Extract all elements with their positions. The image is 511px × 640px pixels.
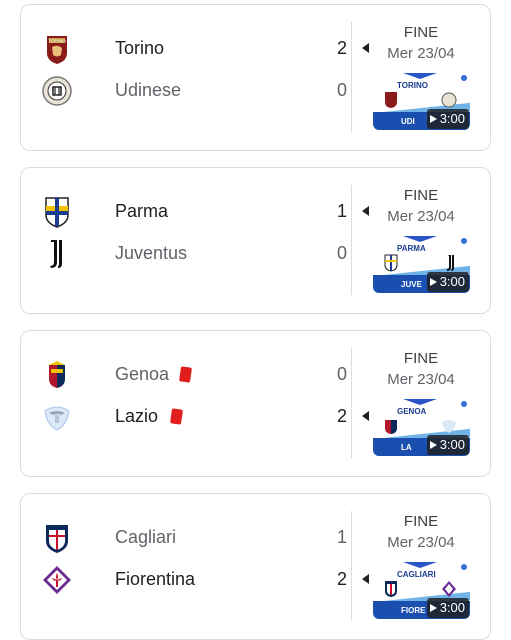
divider xyxy=(351,185,352,295)
team-score: 1 xyxy=(337,527,348,547)
juventus-crest-icon xyxy=(447,255,454,271)
parma-crest-icon xyxy=(384,254,398,272)
thumbnail-title: PARMA xyxy=(397,244,426,253)
play-icon xyxy=(429,278,437,286)
home-team-row: TORINO Torino 2 xyxy=(41,33,369,65)
match-date: Mer 23/04 xyxy=(387,208,455,225)
team-name: Parma xyxy=(115,201,169,221)
team-name: Cagliari xyxy=(115,527,177,547)
team-score: 0 xyxy=(337,80,348,100)
team-score: 0 xyxy=(337,364,348,384)
team-score: 1 xyxy=(337,201,348,221)
winner-arrow-icon xyxy=(362,206,369,216)
cagliari-crest-icon xyxy=(385,581,397,597)
thumbnail-title: TORINO xyxy=(397,81,428,90)
thumbnail-title: GENOA xyxy=(397,407,427,416)
video-duration: 3:00 xyxy=(426,598,469,618)
home-team-row: Cagliari 1 xyxy=(41,522,351,554)
duration-text: 3:00 xyxy=(439,274,465,289)
play-icon xyxy=(429,441,437,449)
video-duration: 3:00 xyxy=(426,109,469,129)
juventus-crest-icon xyxy=(50,240,62,268)
match-date: Mer 23/04 xyxy=(387,534,455,551)
fiorentina-crest-icon xyxy=(43,566,71,594)
match-card[interactable]: Parma 1 Juventus 0 FINE Mer 23/04 PARMA … xyxy=(20,167,491,314)
match-status: FINE xyxy=(403,350,439,367)
divider xyxy=(351,511,352,621)
team-score: 2 xyxy=(337,569,348,589)
winner-arrow-icon xyxy=(362,43,369,53)
team-name: Juventus xyxy=(115,243,188,263)
team-score: 2 xyxy=(337,38,348,58)
highlight-video-thumbnail[interactable]: TORINO UDI 3:00 xyxy=(373,73,470,130)
team-name: Fiorentina xyxy=(115,569,196,589)
parma-crest-icon xyxy=(45,197,69,228)
duration-text: 3:00 xyxy=(439,437,465,452)
thumbnail-banner xyxy=(403,236,437,242)
match-card[interactable]: Cagliari 1 Fiorentina 2 FINE Mer 23/04 C… xyxy=(20,493,491,640)
thumbnail-subtitle: LA xyxy=(401,443,412,452)
thumbnail-subtitle: UDI xyxy=(401,117,415,126)
winner-arrow-icon xyxy=(362,411,369,421)
fiorentina-crest-icon xyxy=(442,581,456,597)
team-score: 0 xyxy=(337,243,348,263)
duration-text: 3:00 xyxy=(439,600,465,615)
torino-crest-icon: TORINO xyxy=(47,36,67,64)
thumbnail-subtitle: JUVE xyxy=(401,280,422,289)
video-duration: 3:00 xyxy=(426,435,469,455)
team-name: Torino xyxy=(115,38,165,58)
divider xyxy=(351,22,352,132)
video-duration: 3:00 xyxy=(426,272,469,292)
udinese-crest-icon xyxy=(441,92,457,108)
team-name: Udinese xyxy=(115,80,182,100)
match-date: Mer 23/04 xyxy=(387,45,455,62)
away-team-row: Udinese 0 xyxy=(41,75,351,107)
league-logo-icon xyxy=(461,75,467,81)
league-logo-icon xyxy=(461,564,467,570)
lazio-crest-icon xyxy=(44,406,70,431)
match-status: FINE xyxy=(403,187,439,204)
lazio-crest-icon xyxy=(442,420,456,433)
match-status: FINE xyxy=(403,513,439,530)
thumbnail-banner xyxy=(403,562,437,568)
genoa-crest-icon xyxy=(385,420,397,434)
thumbnail-banner xyxy=(403,399,437,405)
highlight-video-thumbnail[interactable]: CAGLIARI FIORE 3:00 xyxy=(373,562,470,619)
team-name: Genoa xyxy=(115,364,170,384)
thumbnail-banner xyxy=(403,73,437,79)
highlight-video-thumbnail[interactable]: PARMA JUVE 3:00 xyxy=(373,236,470,293)
away-team-row: Lazio 2 xyxy=(41,401,369,433)
genoa-crest-icon xyxy=(49,361,65,388)
play-icon xyxy=(429,604,437,612)
red-card-icon xyxy=(170,408,183,425)
udinese-crest-icon xyxy=(42,76,72,106)
match-card[interactable]: TORINO Torino 2 Udinese 0 FINE Mer 23/04… xyxy=(20,4,491,151)
red-card-icon xyxy=(179,366,192,383)
cagliari-crest-icon xyxy=(46,525,68,553)
league-logo-icon xyxy=(461,401,467,407)
svg-text:TORINO: TORINO xyxy=(48,39,66,44)
away-team-row: Fiorentina 2 xyxy=(41,564,369,596)
winner-arrow-icon xyxy=(362,574,369,584)
match-status: FINE xyxy=(403,24,439,41)
home-team-row: Genoa 0 xyxy=(41,359,351,391)
match-date: Mer 23/04 xyxy=(387,371,455,388)
play-icon xyxy=(429,115,437,123)
thumbnail-title: CAGLIARI xyxy=(397,570,436,579)
league-logo-icon xyxy=(461,238,467,244)
divider xyxy=(351,348,352,458)
away-team-row: Juventus 0 xyxy=(41,238,351,270)
match-card[interactable]: Genoa 0 Lazio 2 FINE Mer 23/04 GENOA LA … xyxy=(20,330,491,477)
torino-crest-icon xyxy=(385,92,397,108)
team-score: 2 xyxy=(337,406,348,426)
thumbnail-subtitle: FIORE xyxy=(401,606,426,615)
team-name: Lazio xyxy=(115,406,159,426)
duration-text: 3:00 xyxy=(439,111,465,126)
home-team-row: Parma 1 xyxy=(41,196,369,228)
highlight-video-thumbnail[interactable]: GENOA LA 3:00 xyxy=(373,399,470,456)
